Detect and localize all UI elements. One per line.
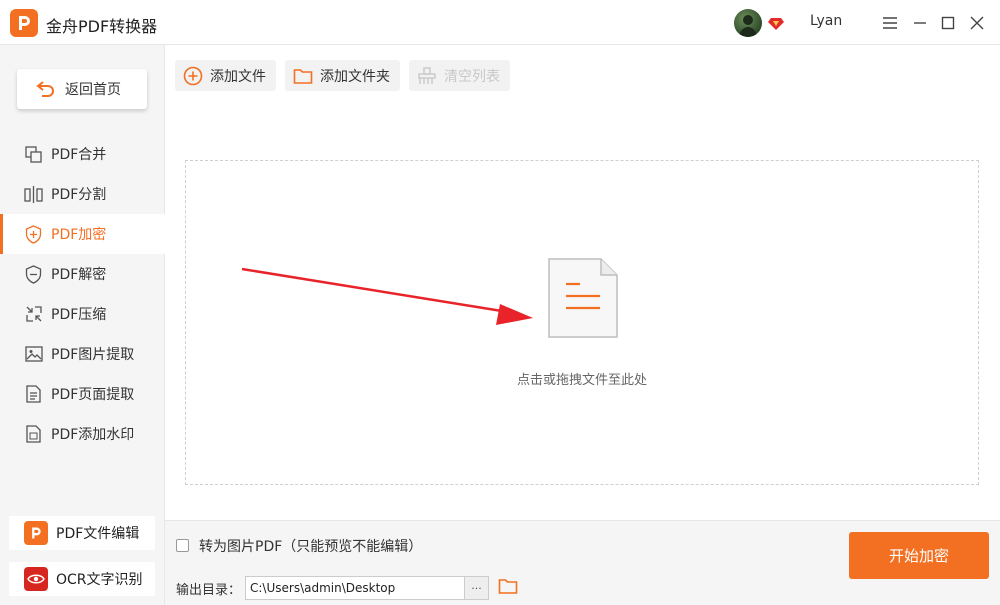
minimize-icon[interactable]	[910, 13, 930, 33]
sidebar-item-label: PDF分割	[51, 187, 107, 203]
sidebar-item-pdf-image-extract[interactable]: PDF图片提取	[0, 334, 165, 374]
drop-hint: 点击或拖拽文件至此处	[516, 373, 647, 388]
sidebar-item-label: PDF加密	[51, 227, 107, 243]
title-bar: 金舟PDF转换器 Lyan	[0, 0, 1000, 45]
clear-list-button[interactable]: 清空列表	[409, 60, 510, 91]
bottom-bar: 转为图片PDF（只能预览不能编辑） 输出目录： ··· 开始加密	[165, 520, 1000, 605]
compress-icon	[24, 305, 43, 324]
image-pdf-label[interactable]: 转为图片PDF（只能预览不能编辑）	[199, 536, 422, 556]
sidebar-item-pdf-watermark[interactable]: PDF添加水印	[0, 414, 165, 454]
split-icon	[24, 185, 43, 204]
folder-icon	[293, 66, 313, 86]
start-encrypt-button[interactable]: 开始加密	[849, 532, 989, 579]
pdf-editor-icon	[24, 521, 48, 545]
sidebar-item-label: PDF添加水印	[51, 427, 135, 443]
back-home-label: 返回首页	[65, 82, 121, 98]
add-folder-button[interactable]: 添加文件夹	[285, 60, 400, 91]
maximize-icon[interactable]	[938, 13, 958, 33]
shield-minus-icon	[24, 264, 43, 284]
sidebar-item-pdf-split[interactable]: PDF分割	[0, 174, 165, 214]
sidebar-item-label: PDF压缩	[51, 307, 107, 323]
image-icon	[24, 345, 43, 364]
vip-diamond-icon[interactable]	[768, 15, 784, 31]
return-arrow-icon	[35, 78, 57, 100]
add-file-button[interactable]: 添加文件	[175, 60, 276, 91]
add-file-label: 添加文件	[210, 68, 266, 85]
plus-circle-icon	[183, 66, 203, 86]
output-path-input[interactable]	[245, 576, 465, 600]
sidebar-item-pdf-page-extract[interactable]: PDF页面提取	[0, 374, 165, 414]
pdf-editor-button[interactable]: PDF文件编辑	[9, 516, 155, 550]
back-home-button[interactable]: 返回首页	[17, 69, 147, 109]
sidebar-item-label: PDF合并	[51, 147, 107, 163]
app-title: 金舟PDF转换器	[46, 17, 158, 36]
pdf-editor-label: PDF文件编辑	[56, 526, 140, 542]
clear-list-label: 清空列表	[444, 68, 500, 85]
sidebar-item-label: PDF图片提取	[51, 347, 135, 363]
output-dir-label: 输出目录：	[176, 583, 242, 598]
page-icon	[24, 385, 43, 404]
browse-button[interactable]: ···	[465, 576, 489, 600]
menu-icon[interactable]	[880, 13, 900, 33]
document-icon	[548, 258, 618, 338]
broom-icon	[417, 66, 437, 86]
sidebar-item-label: PDF页面提取	[51, 387, 135, 403]
sidebar-item-pdf-decrypt[interactable]: PDF解密	[0, 254, 165, 294]
close-icon[interactable]	[967, 13, 987, 33]
shield-plus-icon	[24, 224, 43, 244]
add-folder-label: 添加文件夹	[320, 68, 390, 85]
ocr-eye-icon	[24, 567, 48, 591]
sidebar-item-pdf-compress[interactable]: PDF压缩	[0, 294, 165, 334]
user-name[interactable]: Lyan	[810, 13, 842, 29]
sidebar-item-pdf-encrypt[interactable]: PDF加密	[0, 214, 165, 254]
app-logo-icon	[10, 9, 38, 37]
ocr-button[interactable]: OCR文字识别	[9, 562, 155, 596]
sidebar: 返回首页 PDF合并 PDF分割 PDF加密 PDF解密 PDF压缩 PDF图片…	[0, 45, 165, 605]
watermark-icon	[24, 425, 43, 444]
file-drop-zone[interactable]: 点击或拖拽文件至此处	[185, 160, 979, 485]
avatar[interactable]	[734, 9, 762, 37]
open-folder-icon[interactable]	[498, 577, 518, 597]
sidebar-item-pdf-merge[interactable]: PDF合并	[0, 134, 165, 174]
ocr-label: OCR文字识别	[56, 572, 143, 588]
sidebar-item-label: PDF解密	[51, 267, 107, 283]
image-pdf-checkbox[interactable]	[176, 539, 189, 552]
merge-icon	[24, 145, 43, 164]
